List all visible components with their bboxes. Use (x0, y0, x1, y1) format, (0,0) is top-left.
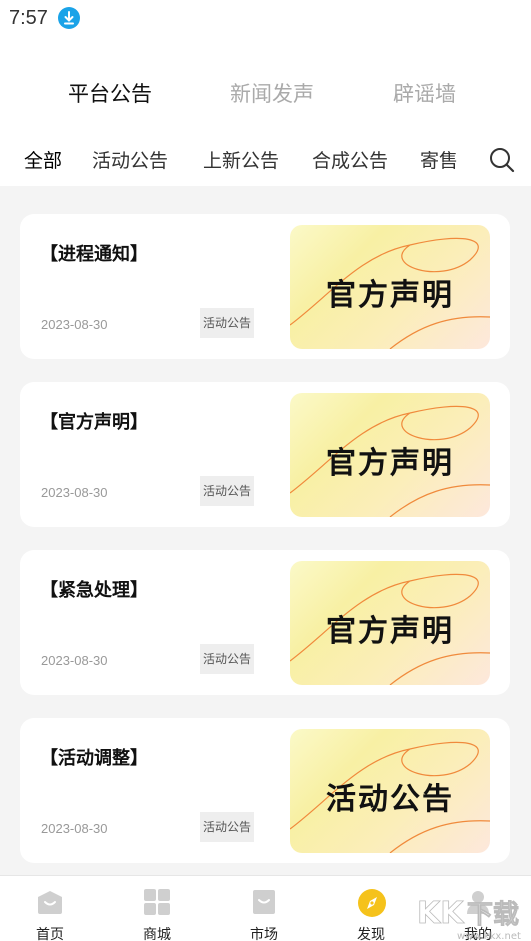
card-title: 【进程通知】 (40, 244, 148, 265)
status-time: 7:57 (9, 7, 48, 29)
nav-label: 市场 (250, 927, 278, 941)
svg-text:www.kkx.net: www.kkx.net (457, 931, 521, 941)
card-thumbnail: 官方声明 (290, 561, 490, 685)
card-title: 【活动调整】 (40, 748, 148, 769)
card-tag: 活动公告 (200, 644, 255, 674)
subtab-consignment[interactable]: 寄售 (420, 146, 458, 172)
subtab-consignment-clip: 寄售 (420, 146, 468, 172)
thumbnail-text: 官方声明 (326, 614, 454, 649)
card-thumbnail: 官方声明 (290, 225, 490, 349)
watermark-logo: KK 下载 www.kkx.net (413, 889, 531, 941)
nav-discover[interactable]: 发现 (341, 888, 401, 941)
nav-home[interactable]: 首页 (20, 888, 80, 941)
card-date: 2023-08-30 (41, 821, 108, 836)
card-date: 2023-08-30 (41, 653, 108, 668)
thumbnail-text: 官方声明 (326, 446, 454, 481)
tab-platform-notice[interactable]: 平台公告 (68, 78, 152, 108)
card-title: 【官方声明】 (40, 412, 148, 433)
nav-label: 发现 (357, 927, 385, 941)
nav-label: 首页 (36, 927, 64, 941)
card-tag: 活动公告 (200, 308, 255, 338)
card-tag: 活动公告 (200, 476, 255, 506)
tab-news[interactable]: 新闻发声 (230, 78, 314, 108)
thumbnail-text: 官方声明 (326, 278, 454, 313)
notice-card[interactable]: 【进程通知】 2023-08-30 活动公告 官方声明 (20, 214, 510, 359)
subtab-activity[interactable]: 活动公告 (92, 146, 168, 173)
search-icon[interactable] (488, 146, 516, 174)
notice-card[interactable]: 【紧急处理】 2023-08-30 活动公告 官方声明 (20, 550, 510, 695)
subtab-synthesis[interactable]: 合成公告 (312, 146, 388, 173)
card-title: 【紧急处理】 (40, 580, 148, 601)
download-icon (58, 7, 80, 29)
nav-market[interactable]: 市场 (234, 888, 294, 941)
status-bar: 7:57 (0, 0, 531, 38)
thumbnail-text: 活动公告 (326, 782, 454, 817)
bag-icon (250, 888, 278, 916)
card-thumbnail: 活动公告 (290, 729, 490, 853)
card-thumbnail: 官方声明 (290, 393, 490, 517)
subtab-all[interactable]: 全部 (24, 146, 62, 173)
card-tag: 活动公告 (200, 812, 255, 842)
notice-card[interactable]: 【官方声明】 2023-08-30 活动公告 官方声明 (20, 382, 510, 527)
compass-icon (357, 888, 386, 917)
nav-label: 商城 (143, 927, 171, 941)
grid-icon (143, 888, 171, 916)
home-icon (36, 888, 64, 916)
nav-mall[interactable]: 商城 (127, 888, 187, 941)
tab-rumor-wall[interactable]: 辟谣墙 (393, 78, 456, 108)
svg-text:下载: 下载 (467, 900, 519, 930)
svg-text:KK: KK (417, 896, 465, 931)
header: 平台公告 新闻发声 辟谣墙 全部 活动公告 上新公告 合成公告 寄售 (0, 38, 531, 186)
card-date: 2023-08-30 (41, 485, 108, 500)
subtab-new-release[interactable]: 上新公告 (203, 146, 279, 173)
card-date: 2023-08-30 (41, 317, 108, 332)
notice-card[interactable]: 【活动调整】 2023-08-30 活动公告 活动公告 (20, 718, 510, 863)
